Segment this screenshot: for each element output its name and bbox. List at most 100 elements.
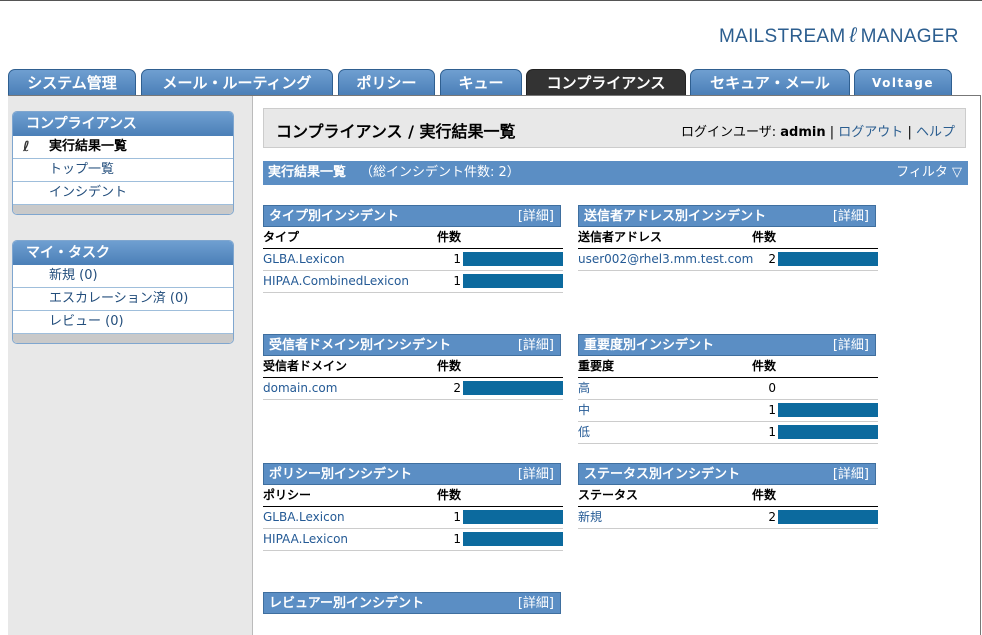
row-count: 2 <box>768 252 776 266</box>
panel-by-severity: 重要度別インシデント [詳細] 重要度 件数高 0 中 1 低 1 <box>578 334 878 444</box>
table-row: domain.com 2 <box>263 378 563 400</box>
brand-name-right: MANAGER <box>860 26 959 47</box>
row-label-link[interactable]: domain.com <box>263 381 337 395</box>
sidebar-item-results[interactable]: ℓ 実行結果一覧 <box>13 136 233 159</box>
sidebar-box-footer <box>13 334 233 343</box>
column-label: ステータス <box>578 488 639 502</box>
table-row: 中1 <box>578 400 878 422</box>
panel-header: 重要度別インシデント [詳細] <box>578 334 876 356</box>
panel-header: ステータス別インシデント [詳細] <box>578 463 876 485</box>
count-column-label: 件数 <box>437 488 462 502</box>
panel-column-header: 受信者ドメイン 件数 <box>263 356 563 378</box>
tab-secure-mail[interactable]: セキュア・メール <box>690 69 850 95</box>
row-count: 2 <box>768 510 776 524</box>
sidebar-item-review[interactable]: レビュー (0) <box>13 311 233 334</box>
sidebar-box-footer <box>13 205 233 214</box>
row-label-link[interactable]: 中 <box>578 403 590 417</box>
tab-system-admin[interactable]: システム管理 <box>8 69 136 95</box>
detail-link[interactable]: [詳細] <box>518 593 554 614</box>
row-count: 0 <box>768 381 776 395</box>
panel-header: 送信者アドレス別インシデント [詳細] <box>578 205 876 227</box>
tab-policy[interactable]: ポリシー <box>338 69 435 95</box>
swirl-icon: ℓ <box>23 139 30 155</box>
panel-column-header: 重要度 件数 <box>578 356 878 378</box>
panel-title: ポリシー別インシデント <box>269 467 413 482</box>
help-link[interactable]: ヘルプ <box>916 125 955 140</box>
panel-column-header: 送信者アドレス 件数 <box>578 227 878 249</box>
count-bar <box>778 252 878 266</box>
panel-by-reviewer: レビュアー別インシデント [詳細] <box>263 592 561 614</box>
row-count: 1 <box>768 425 776 439</box>
section-title: 実行結果一覧 <box>268 165 347 180</box>
brand-logo: MAILSTREAM ℓ MANAGER <box>719 24 959 48</box>
sidebar-item-new[interactable]: 新規 (0) <box>13 265 233 288</box>
table-row: HIPAA.CombinedLexicon 1 <box>263 271 563 293</box>
sidebar-compliance-box: コンプライアンス ℓ 実行結果一覧 トップ一覧 インシデント <box>12 111 234 215</box>
count-bar <box>778 425 878 439</box>
count-bar <box>463 252 563 266</box>
row-label-link[interactable]: 新規 <box>578 510 602 524</box>
username: admin <box>780 125 826 140</box>
count-bar <box>463 510 563 524</box>
panel-title: タイプ別インシデント <box>269 209 400 224</box>
row-label-link[interactable]: 低 <box>578 425 590 439</box>
sidebar-item-label: 実行結果一覧 <box>49 139 128 154</box>
row-count: 1 <box>453 510 461 524</box>
row-label-link[interactable]: user002@rhel3.mm.test.com <box>578 252 753 266</box>
row-label-link[interactable]: HIPAA.Lexicon <box>263 532 348 546</box>
row-label-link[interactable]: GLBA.Lexicon <box>263 510 345 524</box>
column-label: 重要度 <box>578 359 615 373</box>
row-label-link[interactable]: HIPAA.CombinedLexicon <box>263 274 409 288</box>
separator: | <box>829 125 835 140</box>
tab-compliance[interactable]: コンプライアンス <box>526 69 686 96</box>
panel-by-type: タイプ別インシデント [詳細] タイプ 件数 GLBA.Lexicon 1 HIPAA.Co… <box>263 205 563 293</box>
panel-title: ステータス別インシデント <box>584 467 741 482</box>
count-bar <box>778 403 878 417</box>
column-label: 送信者アドレス <box>578 230 663 244</box>
count-bar <box>463 532 563 546</box>
count-column-label: 件数 <box>437 230 462 244</box>
row-label-link[interactable]: GLBA.Lexicon <box>263 252 345 266</box>
table-row: HIPAA.Lexicon 1 <box>263 529 563 551</box>
brand-name-left: MAILSTREAM <box>719 26 846 47</box>
logout-link[interactable]: ログアウト <box>838 125 903 140</box>
filter-button[interactable]: フィルタ ▽ <box>896 161 962 185</box>
panel-title: 送信者アドレス別インシデント <box>584 209 767 224</box>
row-count: 1 <box>453 274 461 288</box>
filter-label: フィルタ <box>896 165 948 180</box>
panel-header: ポリシー別インシデント [詳細] <box>263 463 561 485</box>
chevron-down-icon: ▽ <box>952 165 962 180</box>
row-count: 1 <box>453 532 461 546</box>
column-label: 受信者ドメイン <box>263 359 348 373</box>
panel-by-status: ステータス別インシデント [詳細] ステータス 件数 新規 2 <box>578 463 878 529</box>
count-bar <box>778 510 878 524</box>
detail-link[interactable]: [詳細] <box>833 206 869 227</box>
detail-link[interactable]: [詳細] <box>518 464 554 485</box>
count-column-label: 件数 <box>752 230 777 244</box>
sidebar-item-escalated[interactable]: エスカレーション済 (0) <box>13 288 233 311</box>
tab-queue[interactable]: キュー <box>440 69 522 95</box>
tab-mail-routing[interactable]: メール・ルーティング <box>141 69 333 95</box>
swirl-logo-icon: ℓ <box>849 24 857 47</box>
detail-link[interactable]: [詳細] <box>518 206 554 227</box>
detail-link[interactable]: [詳細] <box>833 335 869 356</box>
detail-link[interactable]: [詳細] <box>833 464 869 485</box>
column-label: タイプ <box>263 230 300 244</box>
count-column-label: 件数 <box>437 359 462 373</box>
table-row: 高0 <box>578 378 878 400</box>
panel-by-policy: ポリシー別インシデント [詳細] ポリシー 件数 GLBA.Lexicon 1 HIPAA.… <box>263 463 563 551</box>
sidebar-item-incidents[interactable]: インシデント <box>13 182 233 205</box>
panel-header: 受信者ドメイン別インシデント [詳細] <box>263 334 561 356</box>
panel-title: 重要度別インシデント <box>584 338 715 353</box>
sidebar-tasks-title: マイ・タスク <box>13 241 233 265</box>
sidebar-item-top-list[interactable]: トップ一覧 <box>13 159 233 182</box>
row-label-link[interactable]: 高 <box>578 381 590 395</box>
table-row: GLBA.Lexicon 1 <box>263 507 563 529</box>
detail-link[interactable]: [詳細] <box>518 335 554 356</box>
login-label: ログインユーザ: <box>681 125 777 140</box>
incident-count: （総インシデント件数: 2） <box>360 165 520 180</box>
separator: | <box>907 125 912 140</box>
tab-voltage[interactable]: Voltage <box>854 69 952 95</box>
panel-header: タイプ別インシデント [詳細] <box>263 205 561 227</box>
table-row: 低1 <box>578 422 878 444</box>
